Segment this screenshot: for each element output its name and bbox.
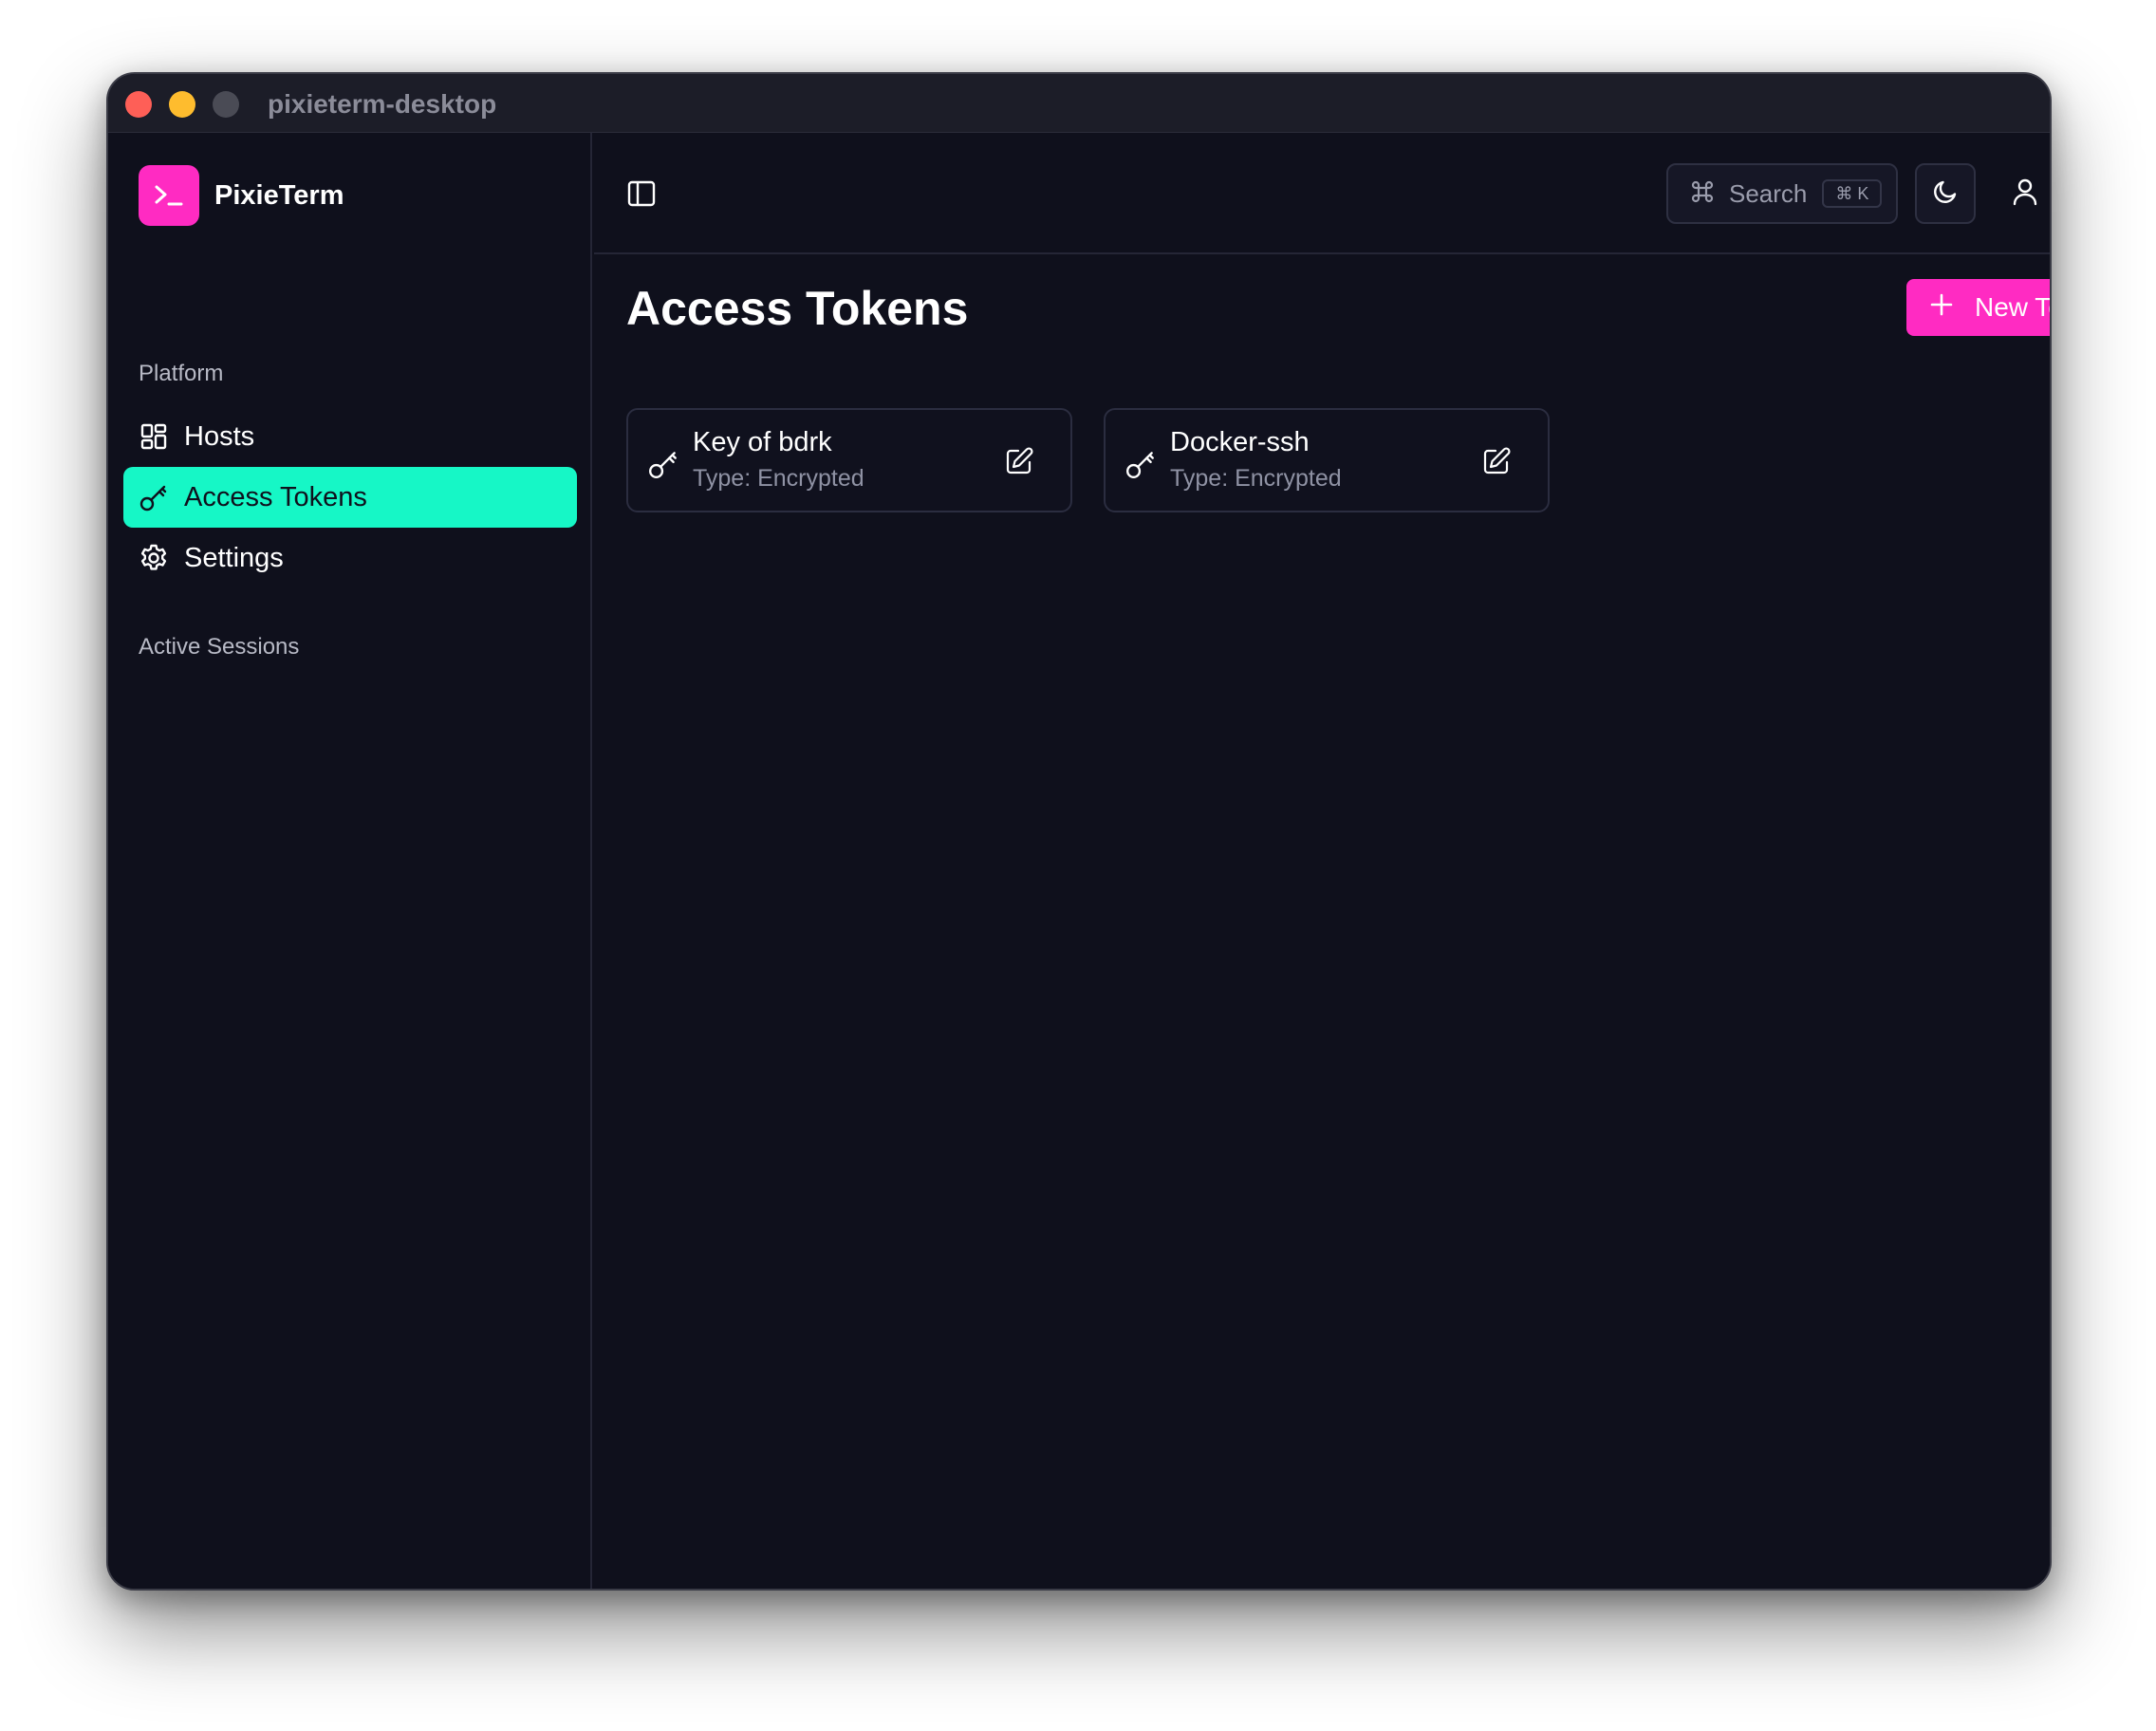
maximize-window-button[interactable] <box>213 91 239 118</box>
sidebar-item-label: Hosts <box>184 420 255 452</box>
brand-name: PixieTerm <box>214 179 344 211</box>
token-name: Docker-ssh <box>1170 427 1310 457</box>
section-label-platform: Platform <box>139 361 224 386</box>
token-type: Type: Encrypted <box>1170 465 1342 492</box>
app-window: pixieterm-desktop PixieTerm Platform Hos… <box>106 72 2052 1591</box>
search-button[interactable]: Search ⌘ K <box>1666 163 1898 224</box>
window-title: pixieterm-desktop <box>268 89 497 119</box>
edit-icon[interactable] <box>1481 446 1512 476</box>
theme-toggle-button[interactable] <box>1915 163 1976 224</box>
token-card[interactable]: Key of bdrk Type: Encrypted <box>626 408 1072 512</box>
new-token-label: New Token <box>1975 292 2050 322</box>
main-content: Search ⌘ K Access Tokens New T Key of bd… <box>594 133 2050 1589</box>
sidebar-item-settings[interactable]: Settings <box>123 528 577 588</box>
token-name: Key of bdrk <box>693 427 832 457</box>
top-bar: Search ⌘ K <box>594 133 2050 254</box>
brand[interactable]: PixieTerm <box>139 165 344 226</box>
terminal-prompt-icon <box>139 165 199 226</box>
sidebar-item-access-tokens[interactable]: Access Tokens <box>123 467 577 528</box>
plus-icon <box>1929 292 1954 324</box>
sidebar: PixieTerm Platform Hosts Access Tokens S… <box>108 133 592 1589</box>
search-shortcut: ⌘ K <box>1822 179 1883 208</box>
key-icon <box>647 448 679 480</box>
token-card[interactable]: Docker-ssh Type: Encrypted <box>1104 408 1550 512</box>
moon-icon <box>1931 177 1960 211</box>
grid-icon <box>139 421 169 452</box>
section-label-active-sessions: Active Sessions <box>139 634 300 660</box>
user-icon <box>2012 177 2038 211</box>
user-menu-button[interactable] <box>1995 163 2050 224</box>
sidebar-item-label: Settings <box>184 542 284 573</box>
sidebar-item-hosts[interactable]: Hosts <box>123 406 577 467</box>
gear-icon <box>139 543 169 573</box>
close-window-button[interactable] <box>125 91 152 118</box>
key-icon <box>1124 448 1157 480</box>
sidebar-panel-icon[interactable] <box>626 178 657 209</box>
key-icon <box>139 482 169 512</box>
search-label: Search <box>1729 178 1808 208</box>
sidebar-item-label: Access Tokens <box>184 481 367 512</box>
new-token-button[interactable]: New Token <box>1906 279 2050 336</box>
minimize-window-button[interactable] <box>169 91 195 118</box>
page-title: Access Tokens <box>626 282 969 335</box>
title-bar: pixieterm-desktop <box>108 74 2050 133</box>
token-type: Type: Encrypted <box>693 465 864 492</box>
command-icon <box>1689 178 1716 210</box>
edit-icon[interactable] <box>1004 446 1034 476</box>
